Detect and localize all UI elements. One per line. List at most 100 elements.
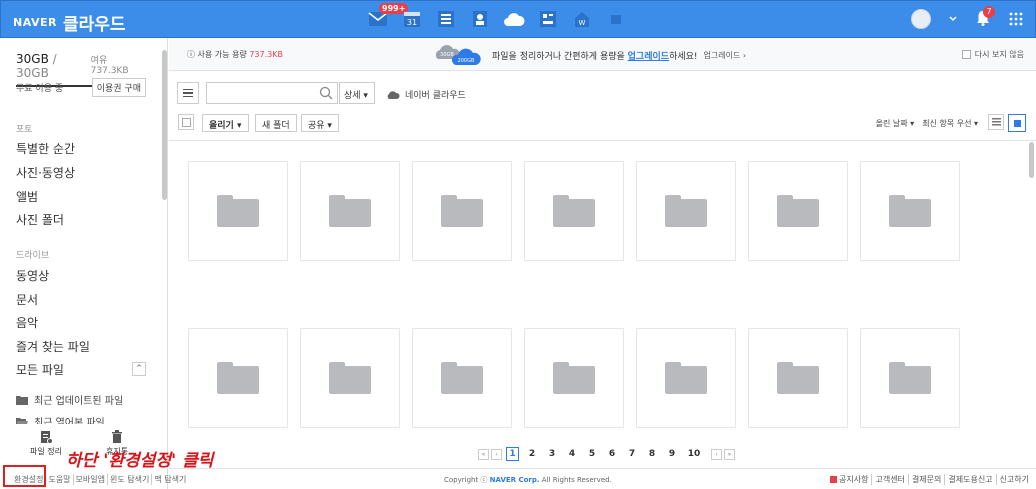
- nav-music[interactable]: 음악: [16, 314, 38, 331]
- list-icon: [438, 11, 454, 27]
- collapse-button[interactable]: ⌃: [132, 362, 146, 376]
- menu-button[interactable]: [177, 82, 199, 104]
- list-view-button[interactable]: [988, 114, 1004, 130]
- nav-special-moments[interactable]: 특별한 순간: [16, 140, 75, 157]
- share-button[interactable]: 공유 ▾: [301, 114, 339, 132]
- memo-app[interactable]: [435, 7, 457, 31]
- page-1[interactable]: 1: [506, 447, 519, 461]
- folder-icon: [777, 362, 819, 394]
- page-5[interactable]: 5: [583, 449, 601, 459]
- upgrade-link[interactable]: 업그레이드 ›: [704, 50, 747, 61]
- file-organize-icon: [40, 431, 53, 444]
- page-9[interactable]: 9: [663, 449, 681, 459]
- grid-view-button[interactable]: [1008, 114, 1026, 132]
- page-4[interactable]: 4: [563, 449, 581, 459]
- prev-page-button[interactable]: ‹: [491, 448, 502, 460]
- dont-show-checkbox[interactable]: [961, 50, 971, 59]
- folder-tile[interactable]: [524, 328, 624, 428]
- nav-photo-folders[interactable]: 사진 폴더: [16, 211, 64, 228]
- avatar[interactable]: [911, 9, 931, 29]
- svg-text:31: 31: [407, 18, 417, 27]
- folder-tile[interactable]: [748, 328, 848, 428]
- footer-links: 공지사항 고객센터 결제문의 결제도용신고 신고하기: [827, 474, 1032, 485]
- page-8[interactable]: 8: [643, 449, 661, 459]
- folder-icon: [553, 195, 595, 227]
- folder-tile[interactable]: [188, 161, 288, 261]
- nav-videos[interactable]: 동영상: [16, 267, 49, 284]
- folder-icon: [889, 362, 931, 394]
- folder-tile[interactable]: [412, 328, 512, 428]
- folder-icon: [665, 195, 707, 227]
- folder-icon: [329, 362, 371, 394]
- first-page-button[interactable]: «: [478, 448, 489, 460]
- buy-plan-button[interactable]: 이용권 구매: [91, 78, 146, 97]
- sort-order-dropdown[interactable]: 최신 항목 우선 ▾: [922, 118, 978, 129]
- page-2[interactable]: 2: [523, 449, 541, 459]
- new-folder-button[interactable]: 새 폴더: [255, 114, 297, 132]
- folder-tile[interactable]: [636, 328, 736, 428]
- nav-albums[interactable]: 앨범: [16, 188, 38, 205]
- help-link[interactable]: 도움말: [46, 473, 74, 485]
- sort-by-dropdown[interactable]: 올린 날짜 ▾: [876, 118, 915, 129]
- nav-recent-updated-label: 최근 업데이트된 파일: [34, 396, 124, 407]
- word-app[interactable]: W: [571, 7, 593, 31]
- notification-badge: 7: [983, 5, 995, 18]
- naver-cloud-root[interactable]: 네이버 클라우드: [386, 88, 466, 101]
- folder-icon: [889, 195, 931, 227]
- payment-inquiry-link[interactable]: 결제문의: [909, 474, 946, 485]
- dont-show-again[interactable]: 다시 보지 않음: [961, 49, 1024, 60]
- upgrade-inline-link[interactable]: 업그레이드: [628, 52, 669, 62]
- office-app[interactable]: [537, 7, 559, 31]
- folder-tile[interactable]: [524, 161, 624, 261]
- chevron-down-icon[interactable]: [949, 16, 957, 22]
- page-7[interactable]: 7: [623, 449, 641, 459]
- nav-all-files[interactable]: 모든 파일: [16, 361, 64, 378]
- cloud-app[interactable]: [503, 7, 525, 31]
- last-page-button[interactable]: »: [724, 448, 735, 460]
- page-10[interactable]: 10: [683, 449, 705, 459]
- calendar-app[interactable]: 31: [401, 7, 423, 31]
- payment-fraud-link[interactable]: 결제도용신고: [945, 474, 997, 485]
- nav-photos-videos[interactable]: 사진·동영상: [16, 164, 75, 181]
- cloud-icon: [504, 13, 525, 26]
- naver-cloud-logo[interactable]: NAVER 클라우드: [13, 10, 126, 35]
- cloud-icon: [387, 90, 400, 99]
- folder-tile[interactable]: [860, 161, 960, 261]
- usable-value: 737.3KB: [249, 50, 283, 59]
- nav-recent-updated[interactable]: 최근 업데이트된 파일: [16, 392, 123, 407]
- dont-show-label: 다시 보지 않음: [974, 50, 1024, 59]
- folder-tile[interactable]: [636, 161, 736, 261]
- folder-tile[interactable]: [188, 328, 288, 428]
- mail-app[interactable]: 999+: [367, 3, 409, 31]
- apps-grid-icon[interactable]: [1009, 12, 1023, 26]
- next-page-button[interactable]: ›: [711, 448, 722, 460]
- organize-files-label: 파일 정리: [30, 447, 62, 456]
- upload-button[interactable]: 올리기 ▾: [202, 114, 249, 132]
- windows-explorer-link[interactable]: 윈도 탐색기: [108, 473, 153, 485]
- naver-corp-link[interactable]: NAVER Corp.: [490, 476, 540, 484]
- mobile-app-link[interactable]: 모바일앱: [74, 473, 108, 485]
- nav-documents[interactable]: 문서: [16, 291, 38, 308]
- organize-files-button[interactable]: 파일 정리: [30, 430, 62, 457]
- customer-center-link[interactable]: 고객센터: [872, 474, 909, 485]
- main-scrollbar[interactable]: [1029, 142, 1034, 178]
- more-app[interactable]: [605, 7, 627, 31]
- notice-link[interactable]: 공지사항: [827, 474, 873, 485]
- page-3[interactable]: 3: [543, 449, 561, 459]
- sidebar-scrollbar[interactable]: [162, 50, 167, 200]
- photo-section-label: 포토: [16, 125, 33, 135]
- detail-search-dropdown[interactable]: 상세 ▾: [339, 82, 375, 104]
- contacts-app[interactable]: [469, 7, 491, 31]
- search-input[interactable]: [206, 82, 338, 104]
- folder-tile[interactable]: [300, 328, 400, 428]
- nav-favorites[interactable]: 즐겨 찾는 파일: [16, 338, 90, 355]
- notification-button[interactable]: 7: [975, 5, 995, 29]
- folder-tile[interactable]: [860, 328, 960, 428]
- drive-section-label: 드라이브: [16, 251, 50, 261]
- select-all-checkbox[interactable]: [178, 114, 194, 130]
- folder-tile[interactable]: [300, 161, 400, 261]
- page-6[interactable]: 6: [603, 449, 621, 459]
- folder-tile[interactable]: [748, 161, 848, 261]
- folder-tile[interactable]: [412, 161, 512, 261]
- report-link[interactable]: 신고하기: [997, 474, 1032, 485]
